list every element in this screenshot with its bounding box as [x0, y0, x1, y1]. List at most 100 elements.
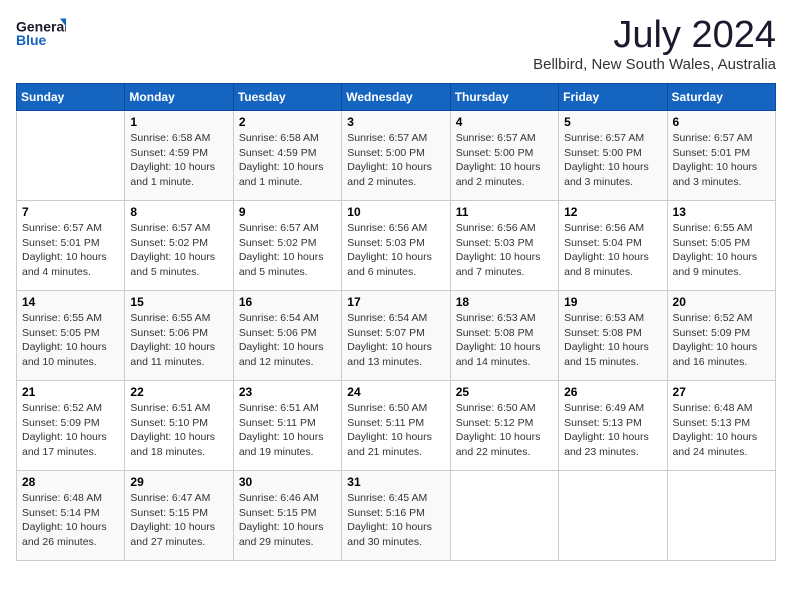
calendar-cell: 1 Sunrise: 6:58 AMSunset: 4:59 PMDaylight… — [125, 111, 233, 201]
location: Bellbird, New South Wales, Australia — [533, 56, 776, 73]
day-info: Sunrise: 6:46 AMSunset: 5:15 PMDaylight:… — [239, 491, 336, 550]
day-number: 13 — [673, 205, 770, 219]
day-number: 15 — [130, 295, 227, 309]
day-info: Sunrise: 6:47 AMSunset: 5:15 PMDaylight:… — [130, 491, 227, 550]
day-number: 18 — [456, 295, 553, 309]
day-number: 14 — [22, 295, 119, 309]
day-info: Sunrise: 6:58 AMSunset: 4:59 PMDaylight:… — [130, 131, 227, 190]
day-number: 31 — [347, 475, 444, 489]
day-number: 10 — [347, 205, 444, 219]
day-info: Sunrise: 6:55 AMSunset: 5:05 PMDaylight:… — [673, 221, 770, 280]
day-number: 21 — [22, 385, 119, 399]
day-info: Sunrise: 6:56 AMSunset: 5:04 PMDaylight:… — [564, 221, 661, 280]
day-number: 26 — [564, 385, 661, 399]
day-info: Sunrise: 6:56 AMSunset: 5:03 PMDaylight:… — [456, 221, 553, 280]
day-number: 28 — [22, 475, 119, 489]
day-info: Sunrise: 6:57 AMSunset: 5:02 PMDaylight:… — [239, 221, 336, 280]
calendar-week-1: 1 Sunrise: 6:58 AMSunset: 4:59 PMDaylight… — [17, 111, 776, 201]
day-info: Sunrise: 6:54 AMSunset: 5:06 PMDaylight:… — [239, 311, 336, 370]
day-number: 8 — [130, 205, 227, 219]
day-info: Sunrise: 6:54 AMSunset: 5:07 PMDaylight:… — [347, 311, 444, 370]
day-info: Sunrise: 6:57 AMSunset: 5:00 PMDaylight:… — [347, 131, 444, 190]
calendar-cell: 7 Sunrise: 6:57 AMSunset: 5:01 PMDaylight… — [17, 201, 125, 291]
day-info: Sunrise: 6:48 AMSunset: 5:13 PMDaylight:… — [673, 401, 770, 460]
calendar-cell: 31 Sunrise: 6:45 AMSunset: 5:16 PMDayligh… — [342, 471, 450, 561]
day-number: 25 — [456, 385, 553, 399]
day-info: Sunrise: 6:57 AMSunset: 5:02 PMDaylight:… — [130, 221, 227, 280]
calendar-header-friday: Friday — [559, 84, 667, 111]
calendar-cell: 27Sunrise: 6:48 AMSunset: 5:13 PMDayligh… — [667, 381, 775, 471]
logo-svg: General Blue — [16, 16, 66, 54]
day-number: 22 — [130, 385, 227, 399]
day-number: 3 — [347, 115, 444, 129]
day-info: Sunrise: 6:51 AMSunset: 5:10 PMDaylight:… — [130, 401, 227, 460]
month-title: July 2024 — [533, 16, 776, 54]
calendar-header-saturday: Saturday — [667, 84, 775, 111]
day-info: Sunrise: 6:56 AMSunset: 5:03 PMDaylight:… — [347, 221, 444, 280]
calendar-cell: 2 Sunrise: 6:58 AMSunset: 4:59 PMDaylight… — [233, 111, 341, 201]
calendar-cell: 19 Sunrise: 6:53 AMSunset: 5:08 PMDayligh… — [559, 291, 667, 381]
calendar-cell — [559, 471, 667, 561]
day-number: 24 — [347, 385, 444, 399]
calendar-cell: 11 Sunrise: 6:56 AMSunset: 5:03 PMDayligh… — [450, 201, 558, 291]
day-info: Sunrise: 6:57 AMSunset: 5:01 PMDaylight:… — [673, 131, 770, 190]
calendar-week-3: 14 Sunrise: 6:55 AMSunset: 5:05 PMDayligh… — [17, 291, 776, 381]
calendar-cell: 18Sunrise: 6:53 AMSunset: 5:08 PMDayligh… — [450, 291, 558, 381]
day-info: Sunrise: 6:51 AMSunset: 5:11 PMDaylight:… — [239, 401, 336, 460]
calendar-cell: 5Sunrise: 6:57 AMSunset: 5:00 PMDaylight… — [559, 111, 667, 201]
calendar-cell: 26 Sunrise: 6:49 AMSunset: 5:13 PMDayligh… — [559, 381, 667, 471]
calendar-cell: 6 Sunrise: 6:57 AMSunset: 5:01 PMDaylight… — [667, 111, 775, 201]
calendar-cell: 22 Sunrise: 6:51 AMSunset: 5:10 PMDayligh… — [125, 381, 233, 471]
day-info: Sunrise: 6:53 AMSunset: 5:08 PMDaylight:… — [564, 311, 661, 370]
calendar-cell: 10 Sunrise: 6:56 AMSunset: 5:03 PMDayligh… — [342, 201, 450, 291]
day-info: Sunrise: 6:58 AMSunset: 4:59 PMDaylight:… — [239, 131, 336, 190]
day-number: 20 — [673, 295, 770, 309]
calendar-cell: 25 Sunrise: 6:50 AMSunset: 5:12 PMDayligh… — [450, 381, 558, 471]
calendar-cell: 15 Sunrise: 6:55 AMSunset: 5:06 PMDayligh… — [125, 291, 233, 381]
calendar-cell: 13 Sunrise: 6:55 AMSunset: 5:05 PMDayligh… — [667, 201, 775, 291]
day-info: Sunrise: 6:55 AMSunset: 5:05 PMDaylight:… — [22, 311, 119, 370]
page-header: General Blue July 2024 Bellbird, New Sou… — [16, 16, 776, 73]
calendar-cell: 21 Sunrise: 6:52 AMSunset: 5:09 PMDayligh… — [17, 381, 125, 471]
calendar-header-sunday: Sunday — [17, 84, 125, 111]
day-number: 17 — [347, 295, 444, 309]
calendar-cell: 24 Sunrise: 6:50 AMSunset: 5:11 PMDayligh… — [342, 381, 450, 471]
day-number: 30 — [239, 475, 336, 489]
calendar-cell — [17, 111, 125, 201]
day-number: 23 — [239, 385, 336, 399]
calendar-cell: 28Sunrise: 6:48 AMSunset: 5:14 PMDayligh… — [17, 471, 125, 561]
calendar-cell: 30 Sunrise: 6:46 AMSunset: 5:15 PMDayligh… — [233, 471, 341, 561]
day-number: 2 — [239, 115, 336, 129]
calendar-cell: 14 Sunrise: 6:55 AMSunset: 5:05 PMDayligh… — [17, 291, 125, 381]
calendar-cell: 4Sunrise: 6:57 AMSunset: 5:00 PMDaylight… — [450, 111, 558, 201]
calendar-header-thursday: Thursday — [450, 84, 558, 111]
day-info: Sunrise: 6:50 AMSunset: 5:12 PMDaylight:… — [456, 401, 553, 460]
calendar-cell — [667, 471, 775, 561]
calendar-header-row: SundayMondayTuesdayWednesdayThursdayFrid… — [17, 84, 776, 111]
svg-text:Blue: Blue — [16, 32, 47, 48]
calendar-cell: 29 Sunrise: 6:47 AMSunset: 5:15 PMDayligh… — [125, 471, 233, 561]
day-number: 12 — [564, 205, 661, 219]
day-number: 11 — [456, 205, 553, 219]
day-number: 1 — [130, 115, 227, 129]
calendar-cell: 17 Sunrise: 6:54 AMSunset: 5:07 PMDayligh… — [342, 291, 450, 381]
calendar-week-4: 21 Sunrise: 6:52 AMSunset: 5:09 PMDayligh… — [17, 381, 776, 471]
calendar-cell: 12 Sunrise: 6:56 AMSunset: 5:04 PMDayligh… — [559, 201, 667, 291]
day-info: Sunrise: 6:52 AMSunset: 5:09 PMDaylight:… — [22, 401, 119, 460]
day-info: Sunrise: 6:55 AMSunset: 5:06 PMDaylight:… — [130, 311, 227, 370]
logo: General Blue — [16, 16, 66, 54]
day-number: 7 — [22, 205, 119, 219]
day-info: Sunrise: 6:57 AMSunset: 5:00 PMDaylight:… — [456, 131, 553, 190]
day-number: 19 — [564, 295, 661, 309]
title-block: July 2024 Bellbird, New South Wales, Aus… — [533, 16, 776, 73]
day-info: Sunrise: 6:57 AMSunset: 5:01 PMDaylight:… — [22, 221, 119, 280]
day-number: 29 — [130, 475, 227, 489]
day-info: Sunrise: 6:50 AMSunset: 5:11 PMDaylight:… — [347, 401, 444, 460]
calendar-cell: 23 Sunrise: 6:51 AMSunset: 5:11 PMDayligh… — [233, 381, 341, 471]
calendar-header-monday: Monday — [125, 84, 233, 111]
calendar-header-tuesday: Tuesday — [233, 84, 341, 111]
day-info: Sunrise: 6:45 AMSunset: 5:16 PMDaylight:… — [347, 491, 444, 550]
day-number: 6 — [673, 115, 770, 129]
calendar-cell — [450, 471, 558, 561]
day-info: Sunrise: 6:49 AMSunset: 5:13 PMDaylight:… — [564, 401, 661, 460]
